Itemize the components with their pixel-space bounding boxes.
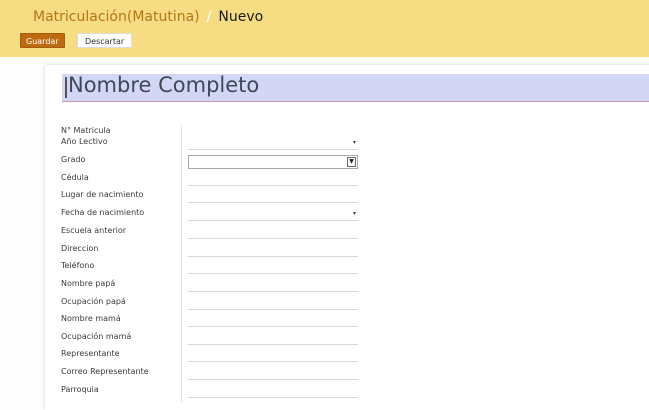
discard-button[interactable]: Descartar [77,33,133,48]
chevron-down-icon: ▾ [352,210,356,217]
label-cedula: Cédula [61,173,89,182]
breadcrumb-separator: / [206,9,212,25]
label-grado: Grado [61,155,86,164]
label-correo-representante: Correo Representante [61,367,149,376]
label-matricula: N° Matricula [61,126,111,135]
grado-select[interactable]: ▼ [188,155,358,169]
representante-field[interactable] [188,346,358,362]
full-name-placeholder: Nombre Completo [68,73,260,97]
text-cursor [65,77,67,98]
ocupacion-mama-field[interactable] [188,329,358,345]
breadcrumb-current: Nuevo [218,9,264,25]
label-nombre-papa: Nombre papá [61,279,116,288]
label-representante: Representante [61,349,120,358]
full-name-input[interactable]: Nombre Completo [62,73,649,102]
label-divider [181,125,182,402]
label-nombre-mama: Nombre mamá [61,314,121,323]
anio-lectivo-select[interactable]: ▾ [188,134,358,150]
parroquia-field[interactable] [188,382,358,398]
label-fecha-nacimiento: Fecha de nacimiento [61,208,145,217]
nombre-mama-field[interactable] [188,311,358,327]
control-panel: Matriculación(Matutina) / Nuevo Guardar De… [0,0,649,57]
label-anio-lectivo: Año Lectivo [61,137,108,146]
fecha-nacimiento-field[interactable]: ▾ [188,205,358,221]
correo-representante-field[interactable] [188,364,358,380]
breadcrumb: Matriculación(Matutina) / Nuevo [33,9,263,25]
label-parroquia: Parroquia [61,385,99,394]
label-ocupacion-mama: Ocupación mamá [61,332,132,341]
chevron-down-icon: ▾ [352,139,356,146]
telefono-field[interactable] [188,258,358,274]
breadcrumb-parent-link[interactable]: Matriculación(Matutina) [33,9,200,25]
label-ocupacion-papa: Ocupación papá [61,297,126,306]
escuela-anterior-field[interactable] [188,223,358,239]
nombre-papa-field[interactable] [188,276,358,292]
lugar-nacimiento-field[interactable] [188,187,358,203]
label-telefono: Teléfono [61,261,95,270]
label-escuela-anterior: Escuela anterior [61,226,127,235]
label-lugar-nacimiento: Lugar de nacimiento [61,190,144,199]
label-direccion: Direccion [61,244,99,253]
cedula-field[interactable] [188,170,358,186]
save-button[interactable]: Guardar [20,33,65,48]
ocupacion-papa-field[interactable] [188,294,358,310]
chevron-down-icon: ▼ [347,157,356,167]
direccion-field[interactable] [188,241,358,257]
